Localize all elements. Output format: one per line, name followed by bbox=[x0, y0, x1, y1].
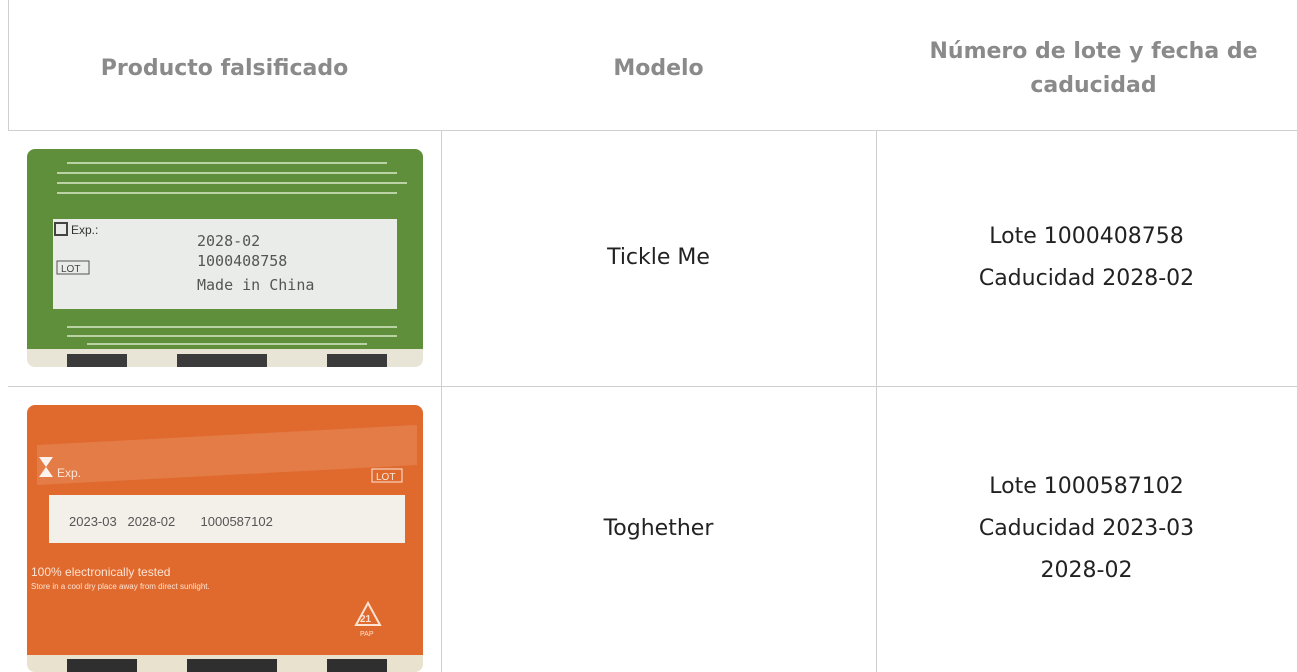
model-cell-2: Toghether bbox=[441, 386, 876, 672]
photo-lot-label: LOT bbox=[61, 264, 80, 275]
model-cell-1: Tickle Me bbox=[441, 130, 876, 386]
product-photo-tickle-me: Exp.: LOT 2028-02 1000408758 Made in Chi… bbox=[27, 149, 423, 367]
lot-number: Lote 1000408758 bbox=[989, 224, 1184, 249]
header-model: Modelo bbox=[613, 56, 704, 81]
photo-printed-expiry: 2028-02 bbox=[197, 232, 260, 250]
expiry-date: Caducidad 2028-02 bbox=[978, 266, 1195, 291]
lot-number: Lote 1000587102 bbox=[989, 474, 1184, 499]
lot-cell-1: Lote 1000408758 Caducidad 2028-02 bbox=[876, 130, 1297, 386]
photo-printed-origin: Made in China bbox=[197, 276, 314, 294]
lot-cell-2: Lote 1000587102 Caducidad 2023-03 2028-0… bbox=[876, 386, 1297, 672]
photo-printed-lot: 1000408758 bbox=[197, 252, 287, 270]
expiry-date: Caducidad 2023-03 bbox=[978, 516, 1195, 541]
photo-lot-label: LOT bbox=[376, 472, 395, 483]
header-product: Producto falsificado bbox=[100, 56, 349, 81]
photo-tested-text: 100% electronically tested bbox=[31, 565, 170, 579]
product-photo-toghether: Exp. LOT 2023-03 2028-02 1000587102 100%… bbox=[27, 405, 423, 672]
photo-storage-text: Store in a cool dry place away from dire… bbox=[31, 582, 210, 591]
expiry-date-secondary: 2028-02 bbox=[1040, 558, 1133, 583]
photo-recycle-code: PAP bbox=[360, 631, 374, 638]
products-table: Producto falsificado Modelo Número de lo… bbox=[0, 0, 1297, 672]
model-name: Tickle Me bbox=[607, 245, 710, 270]
photo-recycle-number: 21 bbox=[360, 614, 372, 625]
header-lot-expiry: Número de lote y fecha de caducidad bbox=[929, 39, 1258, 98]
photo-exp-label: Exp.: bbox=[71, 223, 98, 237]
photo-exp-label: Exp. bbox=[57, 466, 81, 480]
model-name: Toghether bbox=[603, 516, 714, 541]
photo-printed-line: 2023-03 2028-02 1000587102 bbox=[69, 514, 273, 529]
